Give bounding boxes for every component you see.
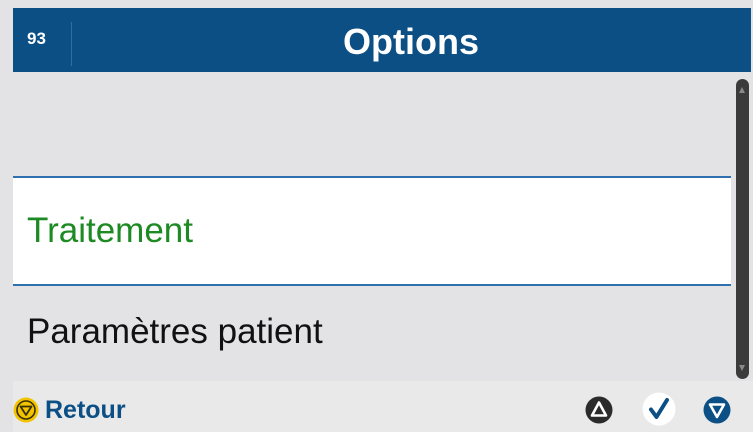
screen-number: 93	[27, 29, 46, 48]
scroll-down-arrow-icon[interactable]	[739, 365, 745, 371]
menu-item-empty[interactable]	[13, 73, 731, 181]
back-button[interactable]: Retour	[13, 396, 126, 424]
scroll-up-arrow-icon[interactable]	[739, 87, 745, 93]
page-title: Options	[343, 21, 479, 62]
menu-item-label: Paramètres patient	[27, 312, 323, 351]
device-screen: 93 Options Traitement Paramètres patient…	[0, 0, 753, 432]
menu-item-traitement[interactable]: Traitement	[13, 176, 731, 286]
header-bar: 93 Options	[13, 8, 751, 72]
back-label: Retour	[45, 395, 126, 424]
menu-item-parametres-patient[interactable]: Paramètres patient	[13, 286, 731, 379]
footer-bar: Retour	[13, 381, 753, 432]
navigate-up-icon[interactable]	[585, 396, 613, 424]
navigate-down-icon[interactable]	[703, 396, 731, 424]
menu-scrollbar[interactable]	[736, 79, 749, 379]
confirm-checkmark-icon[interactable]	[642, 392, 676, 426]
options-menu: Traitement Paramètres patient	[13, 73, 731, 379]
menu-item-label: Traitement	[27, 211, 193, 250]
back-stop-icon	[13, 397, 39, 423]
